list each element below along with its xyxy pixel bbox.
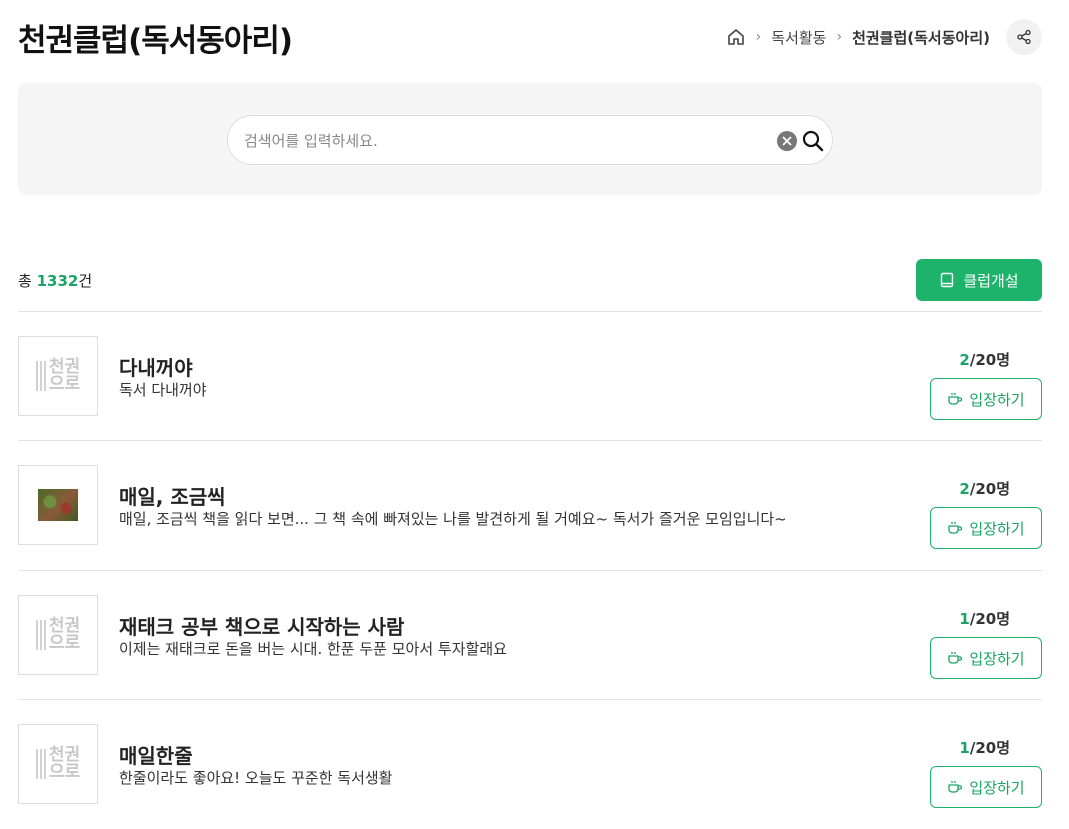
chevron-right-icon: › bbox=[755, 29, 762, 45]
cup-icon bbox=[948, 393, 963, 405]
club-thumbnail[interactable]: 천권 으로 bbox=[18, 595, 98, 675]
share-icon bbox=[1017, 29, 1031, 45]
page-header: 천권클럽(독서동아리) › 독서활동 › 천권클럽(독서동아리) bbox=[18, 14, 1042, 60]
list-item: 천권 으로 다내꺼야 독서 다내꺼야 2/20명 입장하기 bbox=[18, 311, 1042, 441]
cup-icon bbox=[948, 652, 963, 664]
club-name[interactable]: 매일한줄 bbox=[119, 740, 193, 769]
enter-button[interactable]: 입장하기 bbox=[930, 378, 1042, 420]
search-icon bbox=[802, 130, 824, 152]
list-item: 천권 으로 재태크 공부 책으로 시작하는 사람 이제는 재태크로 돈을 버는 시… bbox=[18, 570, 1042, 700]
enter-button[interactable]: 입장하기 bbox=[930, 637, 1042, 679]
enter-button[interactable]: 입장하기 bbox=[930, 507, 1042, 549]
cup-icon bbox=[948, 522, 963, 534]
search-input[interactable] bbox=[242, 128, 746, 154]
club-thumbnail[interactable]: 천권 으로 bbox=[18, 724, 98, 804]
breadcrumb-item-reading[interactable]: 독서활동 bbox=[771, 27, 826, 48]
close-icon bbox=[782, 136, 792, 146]
club-description: 이제는 재태크로 돈을 버는 시대. 한푼 두푼 모아서 투자할래요 bbox=[119, 640, 507, 658]
page-title: 천권클럽(독서동아리) bbox=[18, 22, 293, 59]
club-description: 한줄이라도 좋아요! 오늘도 꾸준한 독서생활 bbox=[119, 769, 393, 787]
club-thumbnail[interactable] bbox=[18, 465, 98, 545]
member-count: 2/20명 bbox=[959, 480, 1010, 498]
chevron-right-icon: › bbox=[836, 29, 843, 45]
placeholder-logo: 천권 으로 bbox=[35, 359, 80, 393]
club-thumbnail[interactable]: 천권 으로 bbox=[18, 336, 98, 416]
member-count: 2/20명 bbox=[959, 351, 1010, 369]
open-club-button[interactable]: 클럽개설 bbox=[916, 259, 1042, 301]
placeholder-logo: 천권 으로 bbox=[35, 618, 80, 652]
result-count: 총 1332건 bbox=[18, 271, 93, 290]
list-item: 매일, 조금씩 매일, 조금씩 책을 읽다 보면... 그 책 속에 빠져있는 … bbox=[18, 440, 1042, 570]
enter-button[interactable]: 입장하기 bbox=[930, 766, 1042, 808]
club-photo bbox=[38, 489, 78, 521]
club-description: 독서 다내꺼야 bbox=[119, 381, 207, 399]
cup-icon bbox=[948, 781, 963, 793]
clear-search-button[interactable] bbox=[777, 131, 797, 151]
member-count: 1/20명 bbox=[959, 610, 1010, 628]
search-panel bbox=[18, 83, 1042, 195]
open-club-label: 클럽개설 bbox=[963, 271, 1019, 290]
search-button[interactable] bbox=[801, 129, 825, 153]
list-toolbar: 총 1332건 클럽개설 bbox=[18, 259, 1042, 301]
club-description: 매일, 조금씩 책을 읽다 보면... 그 책 속에 빠져있는 나를 발견하게 … bbox=[119, 510, 787, 528]
search-box bbox=[227, 115, 833, 165]
club-name[interactable]: 다내꺼야 bbox=[119, 352, 193, 381]
home-icon[interactable] bbox=[726, 27, 746, 47]
result-count-number: 1332 bbox=[36, 271, 79, 290]
book-icon bbox=[941, 272, 954, 288]
placeholder-logo: 천권 으로 bbox=[35, 747, 80, 781]
club-name[interactable]: 매일, 조금씩 bbox=[119, 481, 226, 510]
list-item: 천권 으로 매일한줄 한줄이라도 좋아요! 오늘도 꾸준한 독서생활 1/20명 … bbox=[18, 699, 1042, 829]
breadcrumb: › 독서활동 › 천권클럽(독서동아리) bbox=[726, 27, 990, 48]
share-button[interactable] bbox=[1006, 19, 1042, 55]
breadcrumb-item-current: 천권클럽(독서동아리) bbox=[852, 28, 990, 47]
club-name[interactable]: 재태크 공부 책으로 시작하는 사람 bbox=[119, 611, 404, 640]
member-count: 1/20명 bbox=[959, 739, 1010, 757]
